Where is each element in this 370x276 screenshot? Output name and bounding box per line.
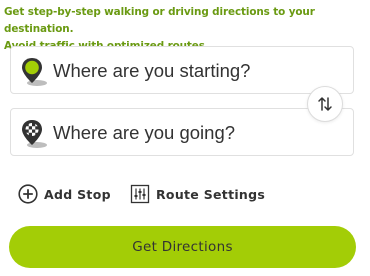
route-settings-button[interactable]: Route Settings: [130, 183, 265, 205]
add-stop-button[interactable]: Add Stop: [18, 183, 111, 205]
swap-locations-button[interactable]: [307, 86, 343, 122]
destination-field[interactable]: Where are you going?: [10, 108, 354, 156]
get-directions-button[interactable]: Get Directions: [9, 226, 356, 268]
route-settings-label: Route Settings: [156, 186, 266, 202]
add-stop-label: Add Stop: [44, 186, 111, 202]
destination-flag-pin-icon: [22, 120, 47, 148]
start-pin-icon: [22, 58, 47, 86]
swap-arrows-icon: [318, 97, 332, 111]
destination-placeholder: Where are you going?: [53, 122, 236, 143]
sliders-icon: [130, 184, 150, 204]
intro-line-1: Get step-by-step walking or driving dire…: [4, 6, 315, 35]
start-location-placeholder: Where are you starting?: [53, 60, 251, 81]
plus-circle-icon: [18, 184, 38, 204]
start-location-field[interactable]: Where are you starting?: [10, 46, 354, 94]
